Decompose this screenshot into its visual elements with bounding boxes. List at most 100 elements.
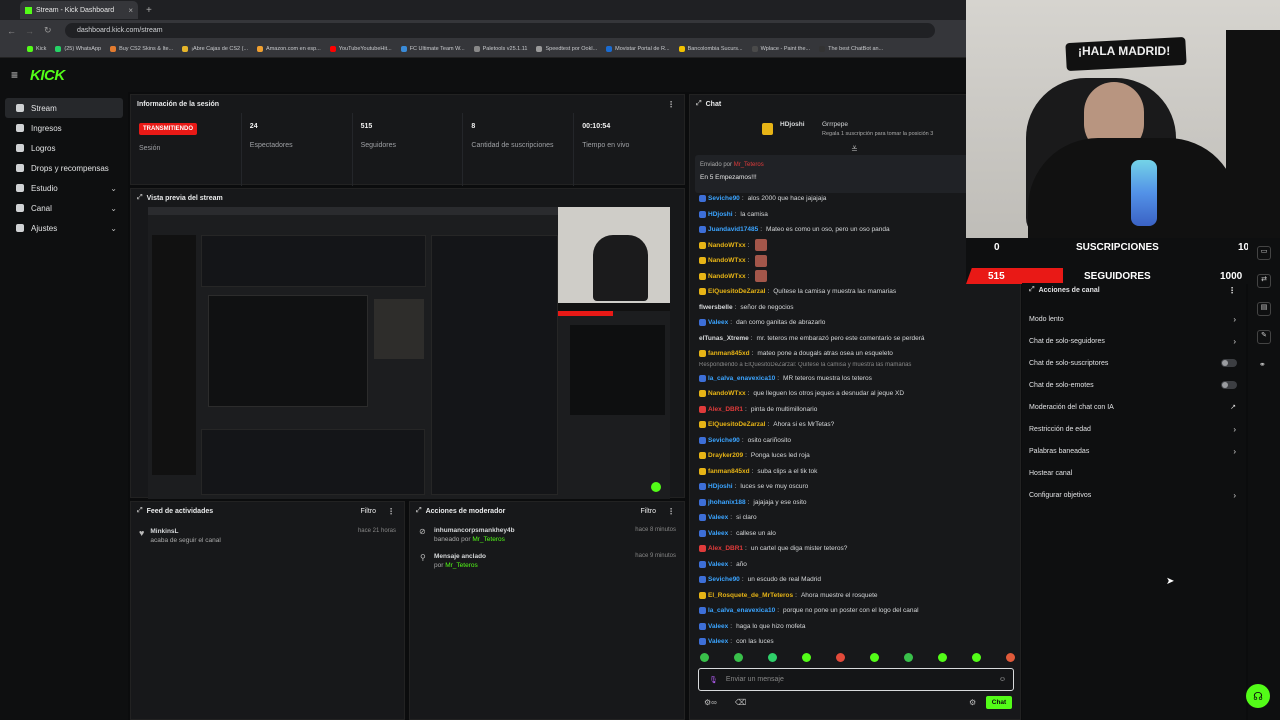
rail-icon[interactable]: ⇄ — [1257, 274, 1271, 288]
chat-username[interactable]: Valeex — [708, 526, 728, 542]
bookmark[interactable]: Amazon.com en esp... — [257, 46, 321, 52]
bookmark[interactable]: Bancolombia Sucurs... — [678, 46, 743, 52]
expand-icon[interactable]: ⤢ — [1029, 286, 1035, 294]
expand-icon[interactable]: ⤢ — [137, 507, 143, 515]
more-options-icon[interactable]: ⋮ — [667, 100, 675, 109]
channel-action-item[interactable]: Restricción de edad › — [1022, 418, 1246, 440]
chat-username[interactable]: El_Rosquete_de_MrTeteros — [708, 588, 793, 604]
chat-username[interactable]: Valeex — [708, 510, 728, 526]
chat-username[interactable]: Valeex — [708, 315, 728, 331]
bookmark[interactable]: Paletools v25.1.11 — [473, 46, 527, 52]
chat-username[interactable]: Alex_DBR1 — [708, 402, 743, 418]
sidebar-item-drops[interactable]: Drops y recompensas — [5, 158, 123, 178]
pinned-by-user[interactable]: Mr_Teteros — [734, 162, 764, 168]
chat-username[interactable]: NandoWTxx — [708, 269, 746, 285]
url-field[interactable]: dashboard.kick.com/stream — [65, 23, 935, 38]
chat-username[interactable]: Seviche90 — [708, 572, 740, 588]
chat-username[interactable]: HDjoshi — [708, 479, 733, 495]
toggle-switch[interactable] — [1221, 381, 1237, 389]
emote-icon[interactable] — [870, 653, 879, 662]
chat-username[interactable]: NandoWTxx — [708, 386, 746, 402]
chat-username[interactable]: ElQuesitoDeZarzal — [708, 284, 765, 300]
channel-action-item[interactable]: Hostear canal — [1022, 462, 1246, 484]
gift-user[interactable]: Grrrpepe — [822, 121, 848, 128]
chat-username[interactable]: Valeex — [708, 557, 728, 573]
expand-icon[interactable]: ⤢ — [696, 100, 702, 108]
send-chat-button[interactable]: Chat — [986, 696, 1012, 709]
chat-username[interactable]: flwersbelle — [699, 300, 733, 316]
chat-username[interactable]: fanman845xd — [708, 346, 750, 362]
bookmark[interactable]: ¡Abre Cajas de CS2 (... — [182, 46, 248, 52]
emote-icon[interactable] — [700, 653, 709, 662]
chat-username[interactable]: la_calva_enavexica10 — [708, 371, 775, 387]
kick-logo[interactable]: KICK — [30, 67, 65, 84]
chat-username[interactable]: ElQuesitoDeZarzal — [708, 417, 765, 433]
more-options-icon[interactable]: ⋮ — [387, 507, 395, 516]
filter-button[interactable]: Filtro — [360, 508, 376, 515]
chat-username[interactable]: Valeex — [708, 619, 728, 635]
chat-username[interactable]: Drayker209 — [708, 448, 743, 464]
help-button[interactable]: ☊ — [1246, 684, 1270, 708]
expand-icon[interactable]: ⤢ — [137, 194, 143, 202]
forward-icon[interactable]: → — [25, 26, 34, 36]
expand-icon[interactable]: ⤢ — [416, 507, 422, 515]
sidebar-item-logros[interactable]: Logros — [5, 138, 123, 158]
chat-username[interactable]: Juandavid17485 — [708, 222, 758, 238]
sidebar-item-ajustes[interactable]: Ajustes ⌄ — [5, 218, 123, 238]
trash-icon[interactable]: ⌫ — [735, 698, 746, 707]
chat-username[interactable]: HDjoshi — [708, 207, 733, 223]
chat-settings-icon[interactable]: ⚙ — [969, 698, 976, 707]
gift-user[interactable]: HDjoshi — [780, 121, 805, 128]
bookmark[interactable]: Wplace - Paint the... — [751, 46, 810, 52]
emoji-icon[interactable]: ☺ — [999, 676, 1006, 683]
emote-icon[interactable] — [768, 653, 777, 662]
chat-input[interactable]: 🎙 Enviar un mensaje ☺ — [698, 668, 1014, 691]
filter-button[interactable]: Filtro — [640, 508, 656, 515]
emote-icon[interactable] — [802, 653, 811, 662]
chat-username[interactable]: Valeex — [708, 634, 728, 647]
emote-icon[interactable] — [904, 653, 913, 662]
back-icon[interactable]: ← — [7, 26, 16, 36]
channel-action-item[interactable]: Modo lento › — [1022, 308, 1246, 330]
bookmark[interactable]: Kick — [27, 46, 46, 52]
bookmark[interactable]: YouTubeYoutubeHit... — [329, 46, 392, 52]
close-tab-icon[interactable]: × — [128, 6, 133, 15]
new-tab-icon[interactable]: + — [146, 5, 152, 16]
rail-icon[interactable]: ▤ — [1257, 302, 1271, 316]
channel-action-item[interactable]: Chat de solo-suscriptores — [1022, 352, 1246, 374]
emote-icon[interactable] — [734, 653, 743, 662]
sidebar-item-estudio[interactable]: Estudio ⌄ — [5, 178, 123, 198]
chat-username[interactable]: jhohanix188 — [708, 495, 746, 511]
emote-icon[interactable] — [938, 653, 947, 662]
channel-action-item[interactable]: Chat de solo-seguidores › — [1022, 330, 1246, 352]
sidebar-item-ingresos[interactable]: Ingresos — [5, 118, 123, 138]
chat-username[interactable]: la_calva_enavexica10 — [708, 603, 775, 619]
sidebar-item-stream[interactable]: Stream — [5, 98, 123, 118]
bookmark[interactable]: Buy CS2 Skins & Ite... — [110, 46, 173, 52]
sidebar-item-canal[interactable]: Canal ⌄ — [5, 198, 123, 218]
channel-action-item[interactable]: Moderación del chat con IA ↗ — [1022, 396, 1246, 418]
mod-tools-icon[interactable]: ⚙∞ — [704, 698, 717, 707]
emote-icon[interactable] — [972, 653, 981, 662]
channel-action-item[interactable]: Palabras baneadas › — [1022, 440, 1246, 462]
reload-icon[interactable]: ↻ — [44, 25, 52, 36]
menu-icon[interactable]: ≡ — [11, 68, 18, 82]
stream-preview-video[interactable] — [148, 207, 670, 499]
chat-username[interactable]: NandoWTxx — [708, 253, 746, 269]
chat-username[interactable]: Alex_DBR1 — [708, 541, 743, 557]
chat-username[interactable]: NandoWTxx — [708, 238, 746, 254]
more-options-icon[interactable]: ⋮ — [1228, 286, 1236, 295]
activity-user[interactable]: MinkinsL — [150, 528, 220, 535]
browser-tab[interactable]: Stream - Kick Dashboard × — [20, 1, 138, 19]
bookmark[interactable]: (25) WhatsApp — [55, 46, 101, 52]
emote-icon[interactable] — [1006, 653, 1015, 662]
bookmark[interactable]: Speedtest por Ookl... — [536, 46, 597, 52]
bookmark[interactable]: FC Ultimate Team W... — [400, 46, 465, 52]
chat-username[interactable]: Seviche90 — [708, 191, 740, 207]
channel-action-item[interactable]: Chat de solo-emotes — [1022, 374, 1246, 396]
chat-scrollbar[interactable] — [1020, 545, 1021, 645]
chat-username[interactable]: elTunas_Xtreme — [699, 331, 749, 347]
chat-username[interactable]: Seviche90 — [708, 433, 740, 449]
mic-icon[interactable]: 🎙 — [709, 676, 718, 684]
collapse-icon[interactable]: ≚ — [851, 145, 858, 154]
